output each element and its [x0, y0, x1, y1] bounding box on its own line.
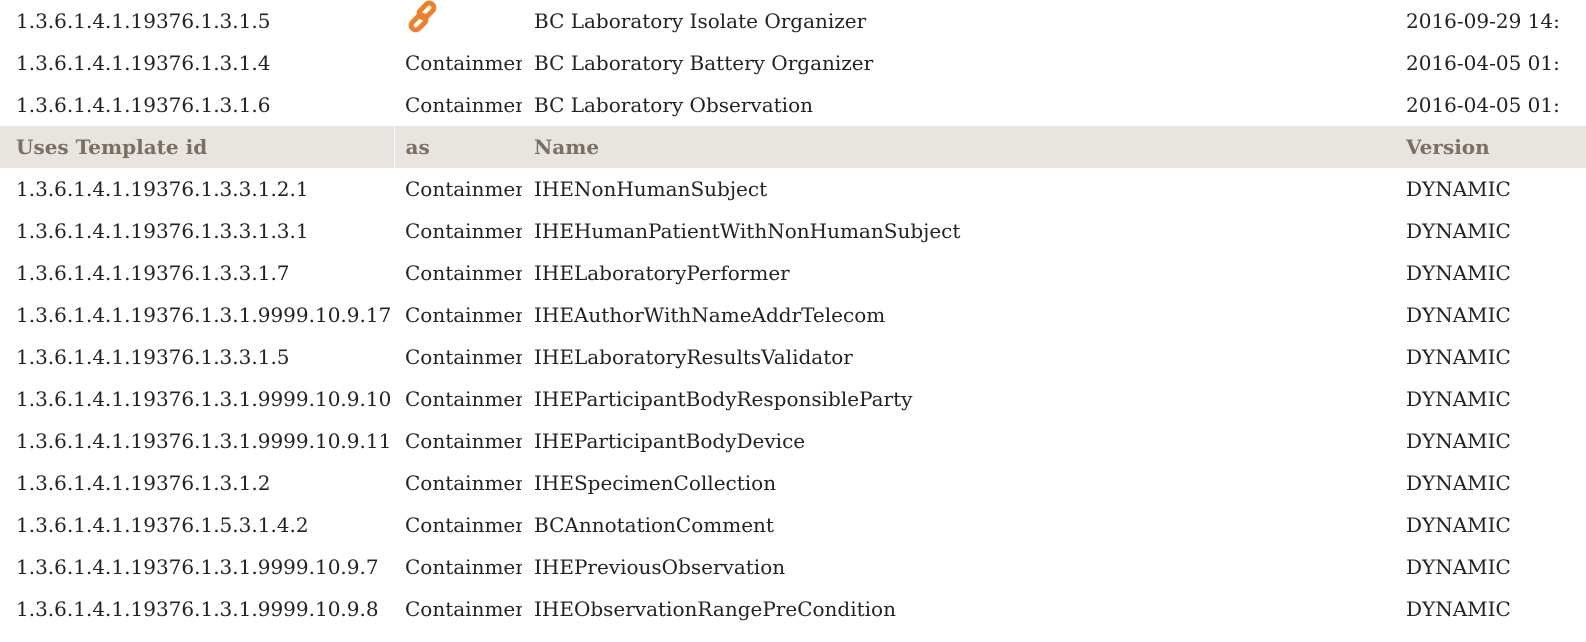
version-cell: 2016-04-05 01: — [1406, 51, 1560, 75]
template-id-cell: 1.3.6.1.4.1.19376.1.3.3.1.7 — [16, 261, 290, 285]
version-cell: DYNAMIC — [1406, 261, 1511, 285]
column-header-as: as — [394, 126, 522, 168]
table-row: 1.3.6.1.4.1.19376.1.3.1.9999.10.9.7 Cont… — [0, 546, 1586, 588]
table-row: 1.3.6.1.4.1.19376.1.3.3.1.5 Containment … — [0, 336, 1586, 378]
template-name-cell: IHELaboratoryResultsValidator — [534, 345, 853, 369]
column-header-version: Version — [1392, 126, 1586, 168]
uses-header-row: Uses Template id as Name Version — [0, 126, 1586, 168]
relationship-cell: Containment — [405, 303, 522, 327]
template-relationships-table: 1.3.6.1.4.1.19376.1.3.1.5 BC Laboratory … — [0, 0, 1586, 630]
template-id-cell: 1.3.6.1.4.1.19376.1.3.1.9999.10.9.8 — [16, 597, 379, 621]
link-icon[interactable] — [405, 0, 441, 35]
table-row: 1.3.6.1.4.1.19376.1.5.3.1.4.2 Containmen… — [0, 504, 1586, 546]
version-cell: DYNAMIC — [1406, 219, 1511, 243]
relationship-cell: Containment — [405, 345, 522, 369]
template-id-cell: 1.3.6.1.4.1.19376.1.3.1.4 — [16, 51, 271, 75]
relationship-cell: Containment — [405, 471, 522, 495]
table-row: 1.3.6.1.4.1.19376.1.3.3.1.3.1 Containmen… — [0, 210, 1586, 252]
relationship-cell: Containment — [405, 51, 522, 75]
column-header-name: Name — [522, 126, 1392, 168]
table-row: 1.3.6.1.4.1.19376.1.3.1.9999.10.9.11 Con… — [0, 420, 1586, 462]
relationship-cell: Containment — [405, 555, 522, 579]
template-id-cell: 1.3.6.1.4.1.19376.1.3.1.9999.10.9.10 — [16, 387, 392, 411]
relationship-cell: Containment — [405, 93, 522, 117]
version-cell: DYNAMIC — [1406, 177, 1511, 201]
table-row: 1.3.6.1.4.1.19376.1.3.1.4 Containment BC… — [0, 42, 1586, 84]
template-name-cell: IHEParticipantBodyDevice — [534, 429, 806, 453]
version-cell: DYNAMIC — [1406, 597, 1511, 621]
table-row: 1.3.6.1.4.1.19376.1.3.3.1.7 Containment … — [0, 252, 1586, 294]
template-name-cell: IHENonHumanSubject — [534, 177, 768, 201]
version-cell: 2016-04-05 01: — [1406, 93, 1560, 117]
template-name-cell: IHEAuthorWithNameAddrTelecom — [534, 303, 886, 327]
column-header-template-id: Uses Template id — [0, 126, 395, 168]
template-id-cell: 1.3.6.1.4.1.19376.1.3.1.6 — [16, 93, 271, 117]
relationship-cell: Containment — [405, 177, 522, 201]
template-id-cell: 1.3.6.1.4.1.19376.1.3.1.9999.10.9.17 — [16, 303, 392, 327]
template-id-cell: 1.3.6.1.4.1.19376.1.3.1.9999.10.9.11 — [16, 429, 392, 453]
template-id-cell: 1.3.6.1.4.1.19376.1.3.3.1.5 — [16, 345, 290, 369]
relationship-cell: Containment — [405, 219, 522, 243]
table-row: 1.3.6.1.4.1.19376.1.3.1.9999.10.9.17 Con… — [0, 294, 1586, 336]
template-name-cell: IHEPreviousObservation — [534, 555, 786, 579]
version-cell: DYNAMIC — [1406, 303, 1511, 327]
template-id-cell: 1.3.6.1.4.1.19376.1.3.3.1.2.1 — [16, 177, 309, 201]
version-cell: DYNAMIC — [1406, 471, 1511, 495]
relationship-cell: Containment — [405, 429, 522, 453]
version-cell: 2016-09-29 14: — [1406, 9, 1560, 33]
template-name-cell: IHEObservationRangePreCondition — [534, 597, 896, 621]
template-name-cell: IHELaboratoryPerformer — [534, 261, 790, 285]
template-name-cell: BC Laboratory Isolate Organizer — [534, 9, 867, 33]
version-cell: DYNAMIC — [1406, 387, 1511, 411]
version-cell: DYNAMIC — [1406, 345, 1511, 369]
version-cell: DYNAMIC — [1406, 513, 1511, 537]
relationship-cell: Containment — [405, 387, 522, 411]
relationship-cell: Containment — [405, 513, 522, 537]
table-row: 1.3.6.1.4.1.19376.1.3.3.1.2.1 Containmen… — [0, 168, 1586, 210]
relationship-cell[interactable] — [394, 0, 522, 42]
template-name-cell: IHEParticipantBodyResponsibleParty — [534, 387, 913, 411]
template-name-cell: BCAnnotationComment — [534, 513, 774, 537]
template-name-cell: IHEHumanPatientWithNonHumanSubject — [534, 219, 961, 243]
template-id-cell: 1.3.6.1.4.1.19376.1.3.1.9999.10.9.7 — [16, 555, 379, 579]
relationship-cell: Containment — [405, 261, 522, 285]
table-row: 1.3.6.1.4.1.19376.1.3.1.6 Containment BC… — [0, 84, 1586, 126]
version-cell: DYNAMIC — [1406, 555, 1511, 579]
template-name-cell: BC Laboratory Observation — [534, 93, 813, 117]
table-row: 1.3.6.1.4.1.19376.1.3.1.2 Containment IH… — [0, 462, 1586, 504]
template-id-cell: 1.3.6.1.4.1.19376.1.3.1.5 — [16, 9, 271, 33]
template-id-cell: 1.3.6.1.4.1.19376.1.3.1.2 — [16, 471, 271, 495]
version-cell: DYNAMIC — [1406, 429, 1511, 453]
table-row: 1.3.6.1.4.1.19376.1.3.1.5 BC Laboratory … — [0, 0, 1586, 42]
template-id-cell: 1.3.6.1.4.1.19376.1.5.3.1.4.2 — [16, 513, 309, 537]
relationship-cell: Containment — [405, 597, 522, 621]
table-row: 1.3.6.1.4.1.19376.1.3.1.9999.10.9.10 Con… — [0, 378, 1586, 420]
template-name-cell: BC Laboratory Battery Organizer — [534, 51, 874, 75]
template-name-cell: IHESpecimenCollection — [534, 471, 777, 495]
template-id-cell: 1.3.6.1.4.1.19376.1.3.3.1.3.1 — [16, 219, 309, 243]
table-row: 1.3.6.1.4.1.19376.1.3.1.9999.10.9.8 Cont… — [0, 588, 1586, 630]
